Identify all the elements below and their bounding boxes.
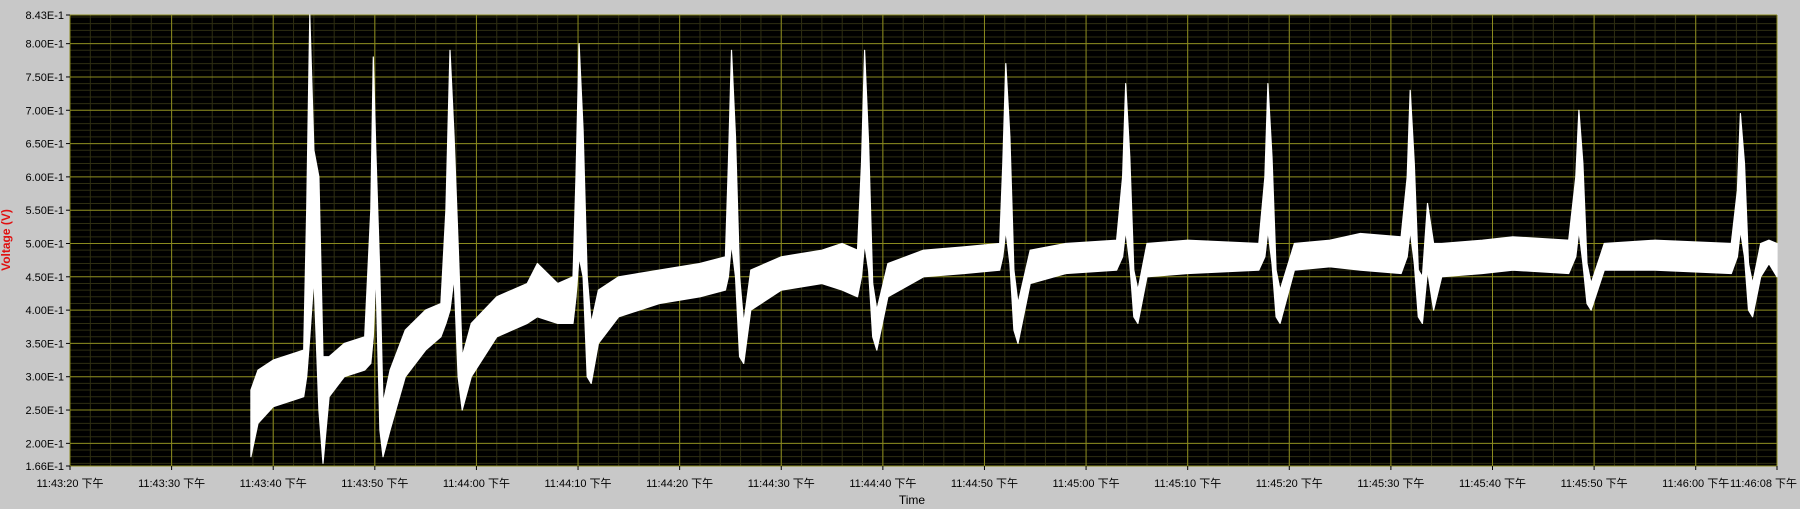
y-axis-label: Voltage (V) <box>0 209 13 271</box>
x-tick-label: 11:43:50 下午 <box>341 477 408 490</box>
x-tick-label: 11:45:20 下午 <box>1256 477 1323 490</box>
x-tick-label: 11:43:20 下午 <box>36 477 103 490</box>
x-tick-label: 11:45:40 下午 <box>1459 477 1526 490</box>
y-tick-label: 7.50E-1 <box>25 72 64 84</box>
y-tick-label: 8.00E-1 <box>25 39 64 51</box>
x-tick-label: 11:44:00 下午 <box>443 477 510 490</box>
y-tick-label: 5.50E-1 <box>25 205 64 217</box>
y-tick-label: 3.00E-1 <box>25 372 64 384</box>
x-tick-label: 11:44:40 下午 <box>849 477 916 490</box>
y-tick-label: 3.50E-1 <box>25 338 64 350</box>
y-tick-label: 2.00E-1 <box>25 438 64 450</box>
x-tick-label: 11:44:10 下午 <box>545 477 612 490</box>
x-tick-label: 11:43:40 下午 <box>240 477 307 490</box>
x-tick-label: 11:45:50 下午 <box>1561 477 1628 490</box>
y-tick-label: 4.00E-1 <box>25 305 64 317</box>
voltage-time-chart: 1.66E-1 2.00E-1 2.50E-1 3.00E-1 3.50E-1 4.00E… <box>0 0 1800 507</box>
y-tick-label: 6.50E-1 <box>25 139 64 151</box>
chart-svg: 1.66E-1 2.00E-1 2.50E-1 3.00E-1 3.50E-1 4.00E… <box>0 0 1800 507</box>
y-tick-label: 8.43E-1 <box>25 10 64 22</box>
y-tick-label: 5.00E-1 <box>25 238 64 250</box>
x-tick-label: 11:44:30 下午 <box>748 477 815 490</box>
x-tick-label: 11:45:30 下午 <box>1357 477 1424 490</box>
x-tick-label: 11:44:20 下午 <box>646 477 713 490</box>
y-tick-label: 7.00E-1 <box>25 105 64 117</box>
x-tick-label: 11:45:10 下午 <box>1154 477 1221 490</box>
y-tick-label: 6.00E-1 <box>25 172 64 184</box>
x-axis-label: Time <box>899 493 926 504</box>
x-tick-label: 11:43:30 下午 <box>138 477 205 490</box>
x-tick-label: 11:46:00 下午 <box>1662 477 1729 490</box>
y-tick-label: 1.66E-1 <box>25 461 64 473</box>
x-tick-label: 11:46:08 下午 <box>1730 477 1797 490</box>
y-tick-label: 4.50E-1 <box>25 272 64 284</box>
x-tick-label: 11:44:50 下午 <box>951 477 1018 490</box>
y-tick-label: 2.50E-1 <box>25 405 64 417</box>
x-tick-label: 11:45:00 下午 <box>1053 477 1120 490</box>
